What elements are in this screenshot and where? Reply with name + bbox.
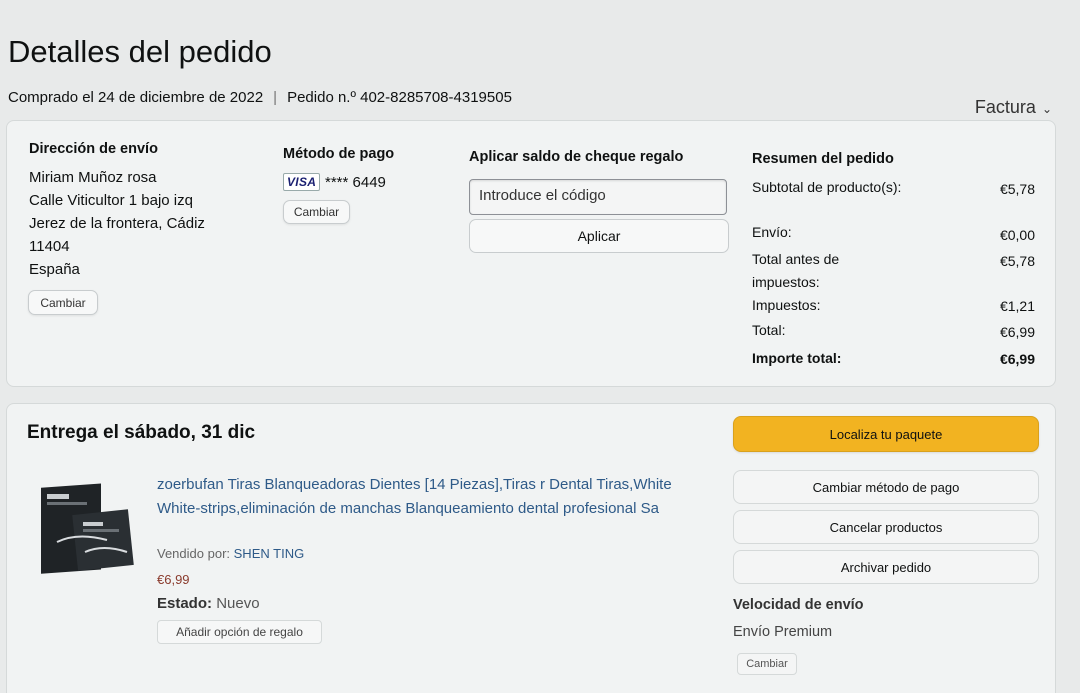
summary-heading: Resumen del pedido <box>752 151 894 167</box>
shipping-speed-value: Envío Premium <box>733 624 833 640</box>
delivery-date-title: Entrega el sábado, 31 dic <box>27 422 256 443</box>
condition-label: Estado: <box>157 595 213 612</box>
address-line: España <box>29 261 80 278</box>
summary-label-grand-total: Importe total: <box>752 350 842 366</box>
product-price: €6,99 <box>157 572 190 587</box>
sold-by: Vendido por: SHEN TING <box>157 546 304 561</box>
condition-value: Nuevo <box>216 595 260 612</box>
meta-separator: | <box>273 89 278 106</box>
summary-label-shipping: Envío: <box>752 224 792 240</box>
summary-label-pretax: Total antes de impuestos: <box>752 251 840 290</box>
address-line: Calle Viticultor 1 bajo izq <box>29 192 193 209</box>
change-payment-button[interactable]: Cambiar <box>283 200 350 224</box>
page-title: Detalles del pedido <box>8 34 272 69</box>
product-title-link[interactable]: zoerbufan Tiras Blanqueadoras Dientes [1… <box>157 473 717 521</box>
summary-value-tax: €1,21 <box>999 298 1035 314</box>
shipment-card: Entrega el sábado, 31 dic zoerbufan Tira… <box>6 403 1056 693</box>
add-gift-option-button[interactable]: Añadir opción de regalo <box>157 620 322 644</box>
sold-by-label: Vendido por: <box>157 546 231 561</box>
summary-value-pretax: €5,78 <box>999 253 1035 269</box>
summary-value-shipping: €0,00 <box>999 227 1035 243</box>
address-line: Miriam Muñoz rosa <box>29 169 157 186</box>
order-number: Pedido n.º 402-8285708-4319505 <box>287 89 512 106</box>
product-image[interactable] <box>37 482 147 578</box>
order-meta: Comprado el 24 de diciembre de 2022 | Pedi… <box>8 89 512 106</box>
invoice-label: Factura <box>974 97 1036 117</box>
seller-link[interactable]: SHEN TING <box>234 546 305 561</box>
summary-label-tax: Impuestos: <box>752 297 821 313</box>
shipping-address-heading: Dirección de envío <box>29 141 158 157</box>
archive-order-button[interactable]: Archivar pedido <box>733 550 1039 584</box>
cancel-items-button[interactable]: Cancelar productos <box>733 510 1039 544</box>
change-payment-method-button[interactable]: Cambiar método de pago <box>733 470 1039 504</box>
gift-code-input[interactable]: Introduce el código <box>469 179 727 215</box>
product-condition: Estado: Nuevo <box>157 595 260 612</box>
summary-label-subtotal: Subtotal de producto(s): <box>752 179 902 195</box>
track-package-button[interactable]: Localiza tu paquete <box>733 416 1039 452</box>
summary-value-total: €6,99 <box>999 324 1035 340</box>
summary-label-total: Total: <box>752 322 786 338</box>
summary-value-grand-total: €6,99 <box>999 351 1035 367</box>
card-number: **** 6449 <box>325 174 386 191</box>
purchase-date: Comprado el 24 de diciembre de 2022 <box>8 89 264 106</box>
order-summary-card: Dirección de envío Miriam Muñoz rosa Cal… <box>6 120 1056 387</box>
summary-value-subtotal: €5,78 <box>999 181 1035 197</box>
change-speed-button[interactable]: Cambiar <box>737 653 797 675</box>
address-line: Jerez de la frontera, Cádiz <box>29 215 205 232</box>
address-line: 11404 <box>29 238 70 255</box>
chevron-down-icon: ⌄ <box>1041 102 1052 116</box>
visa-card-icon: VISA <box>283 173 321 191</box>
apply-gift-button[interactable]: Aplicar <box>469 219 729 253</box>
payment-method-heading: Método de pago <box>283 146 395 162</box>
shipping-speed-heading: Velocidad de envío <box>733 597 864 613</box>
shipping-address: Miriam Muñoz rosa Calle Viticultor 1 baj… <box>29 166 259 281</box>
gift-card-heading: Aplicar saldo de cheque regalo <box>469 149 684 165</box>
change-address-button[interactable]: Cambiar <box>28 290 98 315</box>
invoice-dropdown[interactable]: Factura ⌄ <box>975 97 1052 118</box>
